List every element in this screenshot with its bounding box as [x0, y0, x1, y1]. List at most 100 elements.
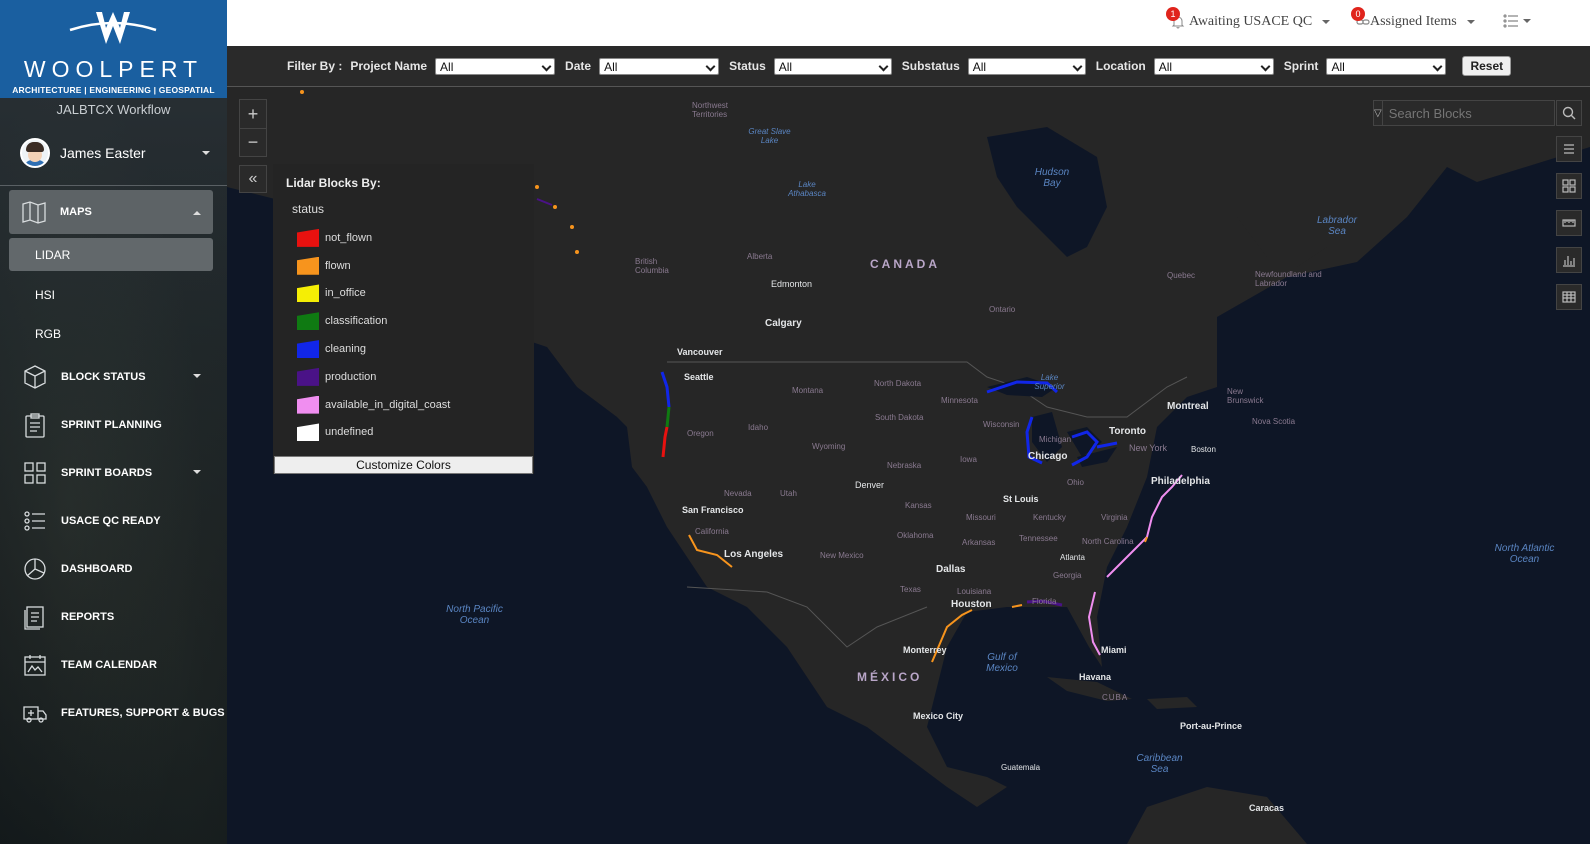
clipboard-icon: [22, 412, 48, 438]
legend-label: classification: [325, 315, 388, 328]
funnel-icon: ▽: [1374, 107, 1382, 119]
legend-label: flown: [325, 259, 351, 272]
sprint-label: Sprint: [1283, 59, 1319, 73]
search-input[interactable]: [1382, 105, 1565, 121]
collapse-legend-button[interactable]: «: [239, 165, 267, 193]
search-button[interactable]: [1556, 100, 1582, 126]
sidebar-item-usace-qc-ready[interactable]: USACE QC READY: [0, 497, 227, 545]
workflow-name: JALBTCX Workflow: [56, 102, 171, 117]
location-label: Location: [1095, 59, 1146, 73]
map-label-toronto: Toronto: [1109, 426, 1147, 437]
sidebar-subitem-hsi[interactable]: HSI: [0, 275, 227, 314]
zoom-out-button[interactable]: −: [240, 128, 266, 156]
sidebar-item-sprint-planning[interactable]: SPRINT PLANNING: [0, 401, 227, 449]
sidebar-item-maps[interactable]: MAPS: [9, 190, 213, 234]
chevron-down-icon: [1322, 20, 1331, 24]
woolpert-logo[interactable]: WOOLPERT ARCHITECTURE | ENGINEERING | GE…: [0, 0, 227, 98]
project-name-select[interactable]: All: [435, 57, 556, 75]
awaiting-usace-qc-menu[interactable]: 1 Awaiting USACE QC: [1166, 7, 1331, 30]
legend-swatch: [297, 256, 319, 275]
substatus-select[interactable]: All: [967, 57, 1086, 75]
map-label-hudson-bay: Hudson Bay: [1034, 167, 1070, 189]
map-view[interactable]: CANADA MÉXICO Hudson Bay Labrador Sea No…: [227, 87, 1590, 844]
chart-button[interactable]: [1556, 247, 1582, 273]
map-label-kentucky: Kentucky: [1033, 513, 1066, 522]
legend-swatch: [297, 284, 319, 303]
sidebar-subitem-rgb[interactable]: RGB: [0, 314, 227, 353]
sidebar-item-block-status[interactable]: BLOCK STATUS: [0, 353, 227, 401]
brand-tagline: ARCHITECTURE | ENGINEERING | GEOSPATIAL: [12, 85, 215, 95]
map-label-iowa: Iowa: [960, 455, 977, 464]
assigned-items-menu[interactable]: 0 Assigned Items: [1351, 7, 1475, 30]
sidebar-item-label: FEATURES, SUPPORT & BUGS: [61, 707, 225, 719]
chevron-down-icon: [1523, 19, 1531, 23]
status-select[interactable]: All: [773, 57, 892, 75]
legend-swatch: [297, 340, 319, 359]
sidebar-item-sprint-boards[interactable]: SPRINT BOARDS: [0, 449, 227, 497]
map-label-lake-athabasca: Lake Athabasca: [788, 180, 826, 198]
legend-item: in_office: [297, 280, 450, 308]
customize-colors-button[interactable]: Customize Colors: [274, 456, 533, 474]
user-menu[interactable]: James Easter: [20, 138, 210, 168]
map-label-nebraska: Nebraska: [887, 461, 922, 470]
map-label-idaho: Idaho: [748, 423, 769, 432]
location-select[interactable]: All: [1153, 57, 1274, 75]
sidebar-item-dashboard[interactable]: DASHBOARD: [0, 545, 227, 593]
map-label-newfoundland: Newfoundland and Labrador: [1255, 270, 1322, 288]
calendar-icon: [22, 652, 48, 678]
basemap-gallery-button[interactable]: [1556, 173, 1582, 199]
checklist-icon: [22, 508, 48, 534]
legend-label: undefined: [325, 426, 374, 439]
bar-chart-icon: [1563, 256, 1575, 267]
map-label-edmonton: Edmonton: [771, 279, 813, 289]
date-label: Date: [565, 59, 592, 73]
date-select[interactable]: All: [599, 57, 720, 75]
legend-label: available_in_digital_coast: [325, 398, 451, 411]
cube-icon: [22, 364, 48, 390]
chevron-down-icon: [193, 470, 201, 474]
map-label-new-brunswick: New Brunswick: [1227, 387, 1264, 405]
legend-group: status: [292, 202, 325, 216]
table-button[interactable]: [1556, 284, 1582, 310]
chevron-down-icon: [202, 151, 210, 155]
map-label-north-atlantic: North Atlantic Ocean: [1494, 543, 1555, 565]
map-label-arkansas: Arkansas: [962, 538, 996, 547]
sidebar-item-features-support-bugs[interactable]: FEATURES, SUPPORT & BUGS: [0, 689, 227, 737]
map-label-wyoming: Wyoming: [812, 442, 846, 451]
legend-item: classification: [297, 307, 450, 335]
map-label-montana: Montana: [792, 386, 824, 395]
map-label-virginia: Virginia: [1101, 513, 1128, 522]
legend-item: cleaning: [297, 335, 450, 363]
reset-button[interactable]: Reset: [1462, 56, 1512, 76]
map-label-florida: Florida: [1032, 597, 1057, 606]
sprint-select[interactable]: All: [1326, 57, 1447, 75]
map-label-seattle: Seattle: [684, 372, 714, 382]
map-label-nw-territories: Northwest Territories: [692, 101, 729, 119]
notification-badge: 1: [1166, 7, 1180, 21]
user-name: James Easter: [60, 145, 146, 161]
sidebar-subitem-lidar[interactable]: LIDAR: [9, 238, 213, 271]
layer-list-button[interactable]: [1556, 136, 1582, 162]
filter-dropdown[interactable]: ▽: [1374, 101, 1383, 125]
map-label-louisiana: Louisiana: [957, 587, 992, 596]
chevron-up-icon: [193, 211, 201, 215]
legend-label: in_office: [325, 287, 366, 300]
map-label-dallas: Dallas: [936, 564, 966, 575]
map-label-monterrey: Monterrey: [903, 645, 947, 655]
pie-chart-icon: [22, 556, 48, 582]
map-label-great-slave: Great Slave Lake: [748, 127, 791, 145]
zoom-in-button[interactable]: +: [240, 100, 266, 128]
map-label-oklahoma: Oklahoma: [897, 531, 934, 540]
document-icon: [22, 604, 48, 630]
status-label: Status: [729, 59, 766, 73]
measure-button[interactable]: [1556, 210, 1582, 236]
sidebar-item-reports[interactable]: REPORTS: [0, 593, 227, 641]
map-label-quebec: Quebec: [1167, 271, 1196, 280]
sidebar-item-team-calendar[interactable]: TEAM CALENDAR: [0, 641, 227, 689]
list-menu[interactable]: [1503, 14, 1531, 28]
sidebar-item-label: USACE QC READY: [61, 515, 161, 527]
map-label-alberta: Alberta: [747, 252, 773, 261]
legend-item: production: [297, 363, 450, 391]
map-label-houston: Houston: [951, 599, 992, 610]
map-label-north-carolina: North Carolina: [1082, 537, 1134, 546]
